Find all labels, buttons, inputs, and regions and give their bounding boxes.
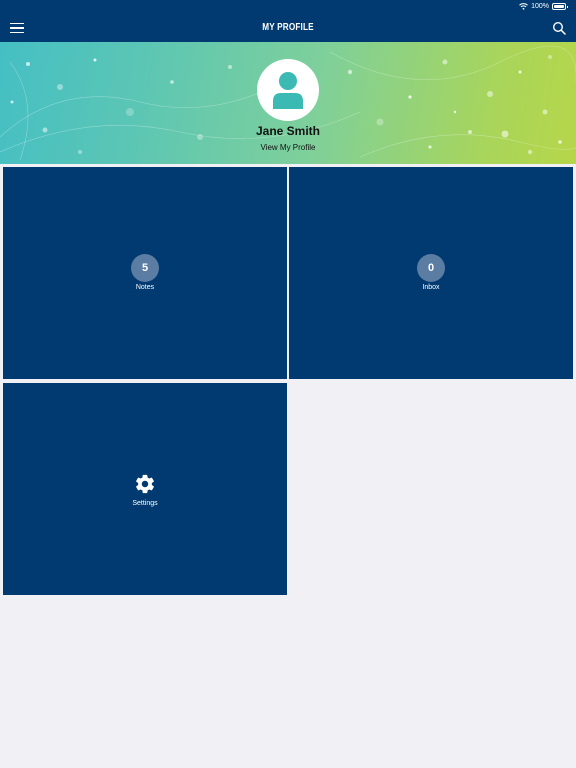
nav-bar: MY PROFILE xyxy=(0,14,576,42)
battery-icon xyxy=(552,3,568,10)
wifi-icon xyxy=(519,3,528,10)
user-icon xyxy=(273,72,303,109)
gear-icon xyxy=(136,474,154,494)
notes-label: Notes xyxy=(135,284,155,291)
menu-button[interactable] xyxy=(10,21,24,35)
inbox-label: Inbox xyxy=(422,284,440,291)
battery-percent: 100% xyxy=(531,3,549,10)
search-icon[interactable] xyxy=(552,21,566,35)
settings-label: Settings xyxy=(132,500,158,507)
page-title: MY PROFILE xyxy=(262,22,314,33)
view-profile-link[interactable]: View My Profile xyxy=(0,143,576,152)
status-bar: 100% xyxy=(0,0,576,14)
user-name: Jane Smith xyxy=(255,124,321,138)
avatar[interactable] xyxy=(257,59,319,121)
profile-header: Jane Smith View My Profile xyxy=(0,42,576,164)
notes-count-badge: 5 xyxy=(131,254,159,282)
menu-icon xyxy=(10,22,24,25)
inbox-tile[interactable]: 0 Inbox xyxy=(289,167,573,379)
inbox-count-badge: 0 xyxy=(417,254,445,282)
status-indicators: 100% xyxy=(519,3,568,10)
settings-tile[interactable]: Settings xyxy=(3,383,287,595)
notes-tile[interactable]: 5 Notes xyxy=(3,167,287,379)
